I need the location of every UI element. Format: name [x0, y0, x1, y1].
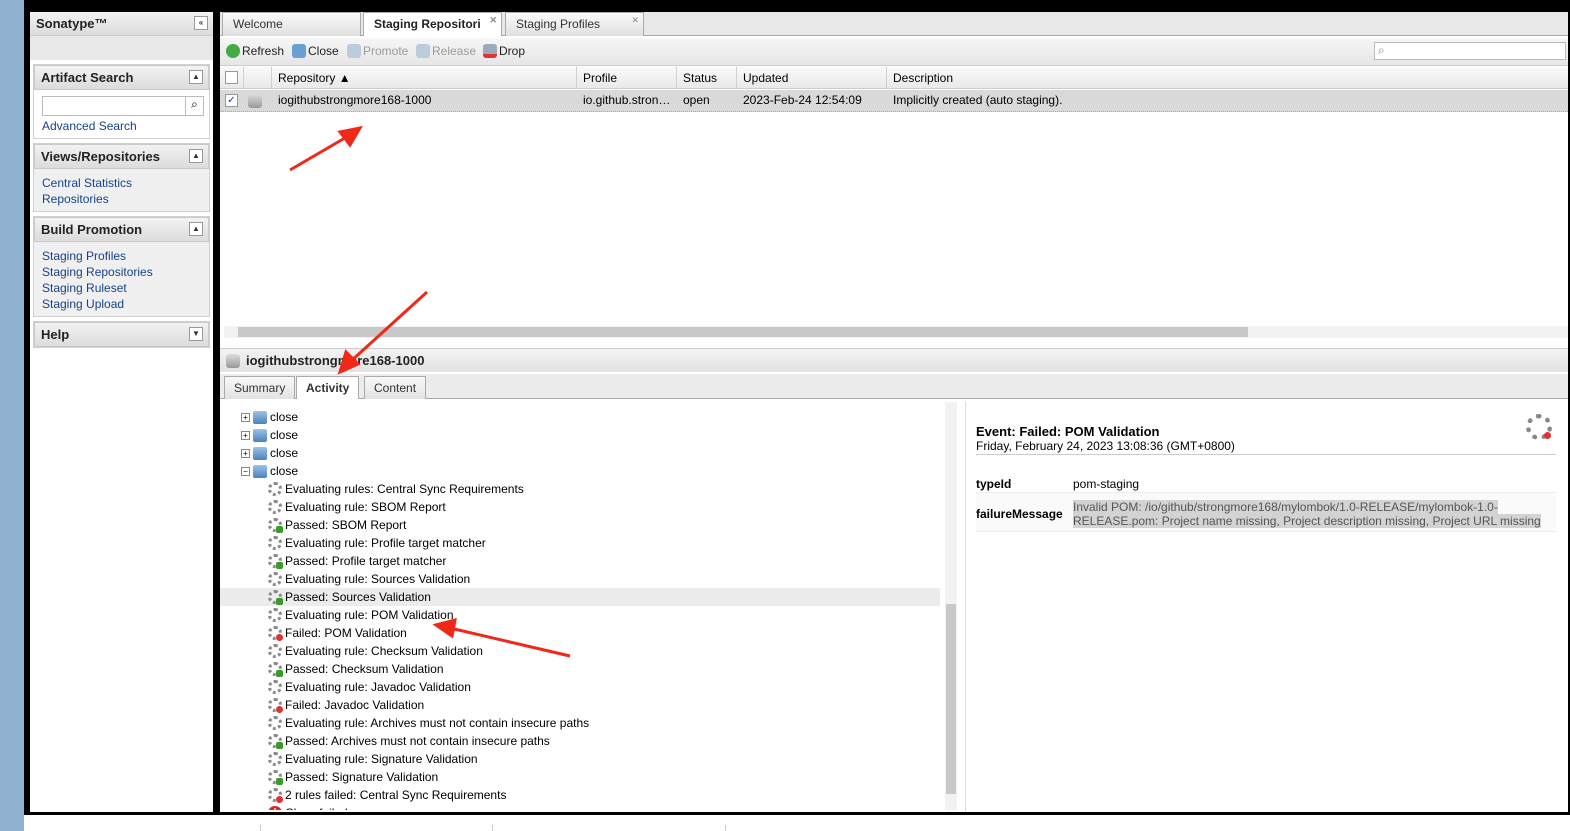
arrow-head	[432, 617, 457, 639]
annotation-arrow	[449, 626, 571, 658]
annotation-arrow	[348, 290, 429, 364]
arrow-head	[337, 349, 361, 375]
arrow-head	[337, 125, 363, 148]
annotation-arrows	[289, 125, 571, 658]
annotation-arrow	[289, 133, 351, 172]
